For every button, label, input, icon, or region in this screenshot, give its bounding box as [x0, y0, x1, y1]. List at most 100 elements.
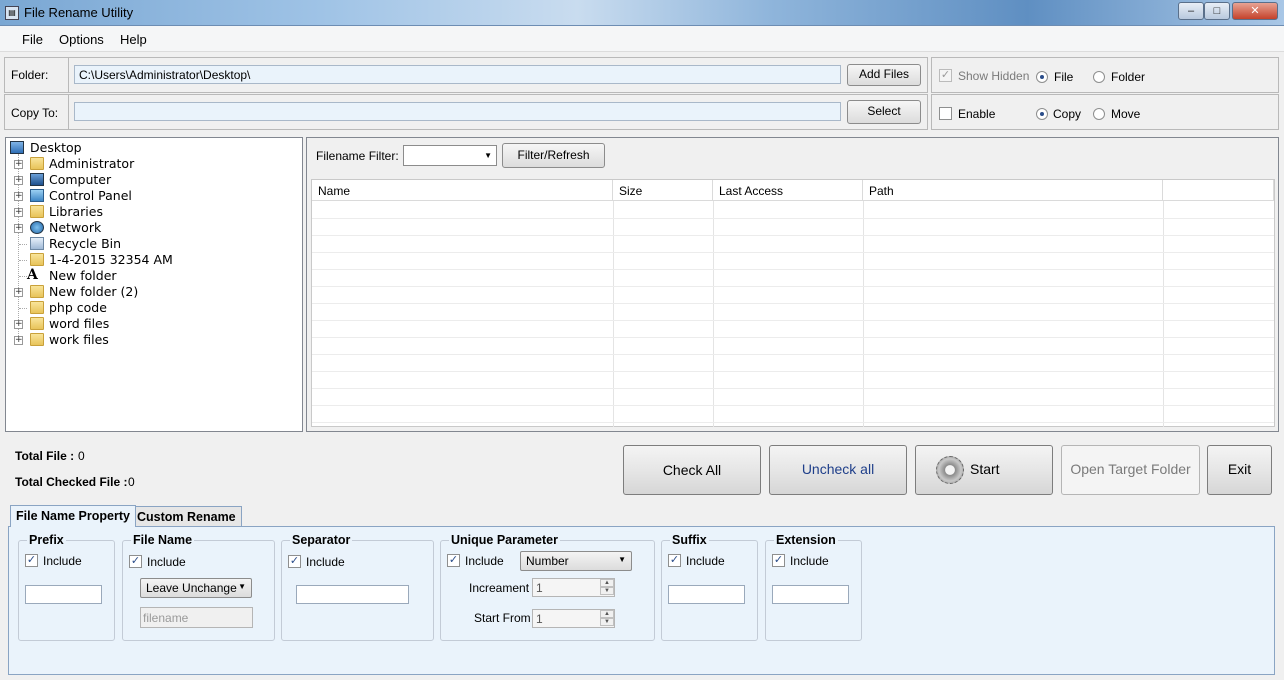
grid-line: [312, 388, 1274, 389]
grid-line: [312, 422, 1274, 423]
menu-options[interactable]: Options: [59, 32, 104, 47]
spin-down-icon[interactable]: ▼: [600, 587, 614, 595]
column-size[interactable]: Size: [613, 180, 713, 201]
extension-input[interactable]: [772, 585, 849, 604]
grid-line: [312, 286, 1274, 287]
expand-icon[interactable]: +: [14, 192, 23, 201]
filename-mode-select[interactable]: Leave Unchange ▼: [140, 578, 252, 598]
increament-stepper[interactable]: 1 ▲ ▼: [532, 578, 615, 597]
unique-include-label: Include: [465, 554, 504, 568]
tree-item-label: work files: [49, 332, 109, 347]
enable-checkbox[interactable]: [939, 107, 952, 120]
folder-path-input[interactable]: C:\Users\Administrator\Desktop\: [74, 65, 841, 84]
file-grid[interactable]: Name Size Last Access Path: [311, 179, 1275, 427]
folder-icon: [30, 253, 44, 266]
tree-item-label: Computer: [49, 172, 112, 187]
divider: [68, 94, 69, 130]
unique-type-select[interactable]: Number ▼: [520, 551, 632, 571]
grid-line: [312, 218, 1274, 219]
column-last-access[interactable]: Last Access: [713, 180, 863, 201]
check-all-button[interactable]: Check All: [623, 445, 761, 495]
separator-input[interactable]: [296, 585, 409, 604]
expand-icon[interactable]: +: [14, 160, 23, 169]
exit-button[interactable]: Exit: [1207, 445, 1272, 495]
column-path[interactable]: Path: [863, 180, 1163, 201]
chevron-down-icon: ▼: [484, 151, 492, 160]
show-hidden-checkbox[interactable]: ✓: [939, 69, 952, 82]
filter-refresh-button[interactable]: Filter/Refresh: [502, 143, 605, 168]
prefix-include-checkbox[interactable]: ✓: [25, 554, 38, 567]
spin-up-icon[interactable]: ▲: [600, 579, 614, 587]
maximize-button[interactable]: □: [1204, 2, 1230, 20]
start-from-stepper[interactable]: 1 ▲ ▼: [532, 609, 615, 628]
move-radio[interactable]: [1093, 108, 1105, 120]
total-checked-value: 0: [128, 475, 135, 489]
open-target-folder-button[interactable]: Open Target Folder: [1061, 445, 1200, 495]
folder-radio[interactable]: [1093, 71, 1105, 83]
filename-filter-select[interactable]: ▼: [403, 145, 497, 166]
tree-item-label: Administrator: [49, 156, 135, 171]
uncheck-all-button[interactable]: Uncheck all: [769, 445, 907, 495]
copy-radio[interactable]: [1036, 108, 1048, 120]
grid-line: [312, 252, 1274, 253]
column-name[interactable]: Name: [312, 180, 613, 201]
column-filler: [1163, 180, 1274, 201]
menu-file[interactable]: File: [22, 32, 43, 47]
prefix-input[interactable]: [25, 585, 102, 604]
chevron-down-icon: ▼: [238, 582, 246, 591]
minimize-button[interactable]: ‒: [1178, 2, 1204, 20]
title-bar: ▤ File Rename Utility ‒ □ ✕: [0, 0, 1284, 26]
window-title: File Rename Utility: [24, 5, 134, 20]
tab-file-name-property[interactable]: File Name Property: [10, 505, 136, 527]
suffix-input[interactable]: [668, 585, 745, 604]
filename-include-checkbox[interactable]: ✓: [129, 555, 142, 568]
prefix-group: Prefix ✓ Include: [18, 533, 115, 641]
add-files-button[interactable]: Add Files: [847, 64, 921, 86]
file-radio-label: File: [1054, 70, 1074, 84]
folder-icon: [30, 333, 44, 346]
app-icon: ▤: [5, 6, 19, 20]
prefix-include-label: Include: [43, 554, 82, 568]
copy-to-label: Copy To:: [11, 106, 59, 120]
tree-item-label: Control Panel: [49, 188, 132, 203]
tab-custom-rename[interactable]: Custom Rename: [131, 506, 242, 527]
show-hidden-label: Show Hidden: [958, 69, 1030, 83]
start-label: Start: [970, 461, 1000, 477]
move-radio-label: Move: [1111, 107, 1141, 121]
extension-include-checkbox[interactable]: ✓: [772, 554, 785, 567]
filename-input[interactable]: filename: [140, 607, 253, 628]
folder-tree[interactable]: Desktop + Administrator + Computer + Con…: [5, 137, 303, 432]
extension-include-label: Include: [790, 554, 829, 568]
expand-icon[interactable]: +: [14, 320, 23, 329]
filename-filter-label: Filename Filter:: [316, 149, 399, 163]
tree-item-label: 1-4-2015 32354 AM: [49, 252, 173, 267]
copy-to-input[interactable]: [74, 102, 841, 121]
spin-up-icon[interactable]: ▲: [600, 610, 614, 618]
expand-icon[interactable]: +: [14, 336, 23, 345]
tree-connector: [19, 276, 27, 277]
separator-include-checkbox[interactable]: ✓: [288, 555, 301, 568]
start-button[interactable]: Start: [915, 445, 1053, 495]
increament-value: 1: [536, 581, 543, 595]
select-button[interactable]: Select: [847, 100, 921, 124]
tree-item-label: New folder (2): [49, 284, 139, 299]
menu-help[interactable]: Help: [120, 32, 147, 47]
unique-include-checkbox[interactable]: ✓: [447, 554, 460, 567]
expand-icon[interactable]: +: [14, 224, 23, 233]
expand-icon[interactable]: +: [14, 176, 23, 185]
expand-icon[interactable]: +: [14, 208, 23, 217]
file-radio[interactable]: [1036, 71, 1048, 83]
suffix-include-checkbox[interactable]: ✓: [668, 554, 681, 567]
tree-item-label: Recycle Bin: [49, 236, 122, 251]
expand-icon[interactable]: +: [14, 288, 23, 297]
control-panel-icon: [30, 189, 44, 202]
close-button[interactable]: ✕: [1232, 2, 1278, 20]
separator-include-label: Include: [306, 555, 345, 569]
start-from-value: 1: [536, 612, 543, 626]
folder-icon: [30, 285, 44, 298]
total-file-label: Total File :: [15, 449, 75, 463]
spin-down-icon[interactable]: ▼: [600, 618, 614, 626]
tree-connector: [19, 308, 27, 309]
tree-item-label: Network: [49, 220, 102, 235]
extension-group: Extension ✓ Include: [765, 533, 862, 641]
